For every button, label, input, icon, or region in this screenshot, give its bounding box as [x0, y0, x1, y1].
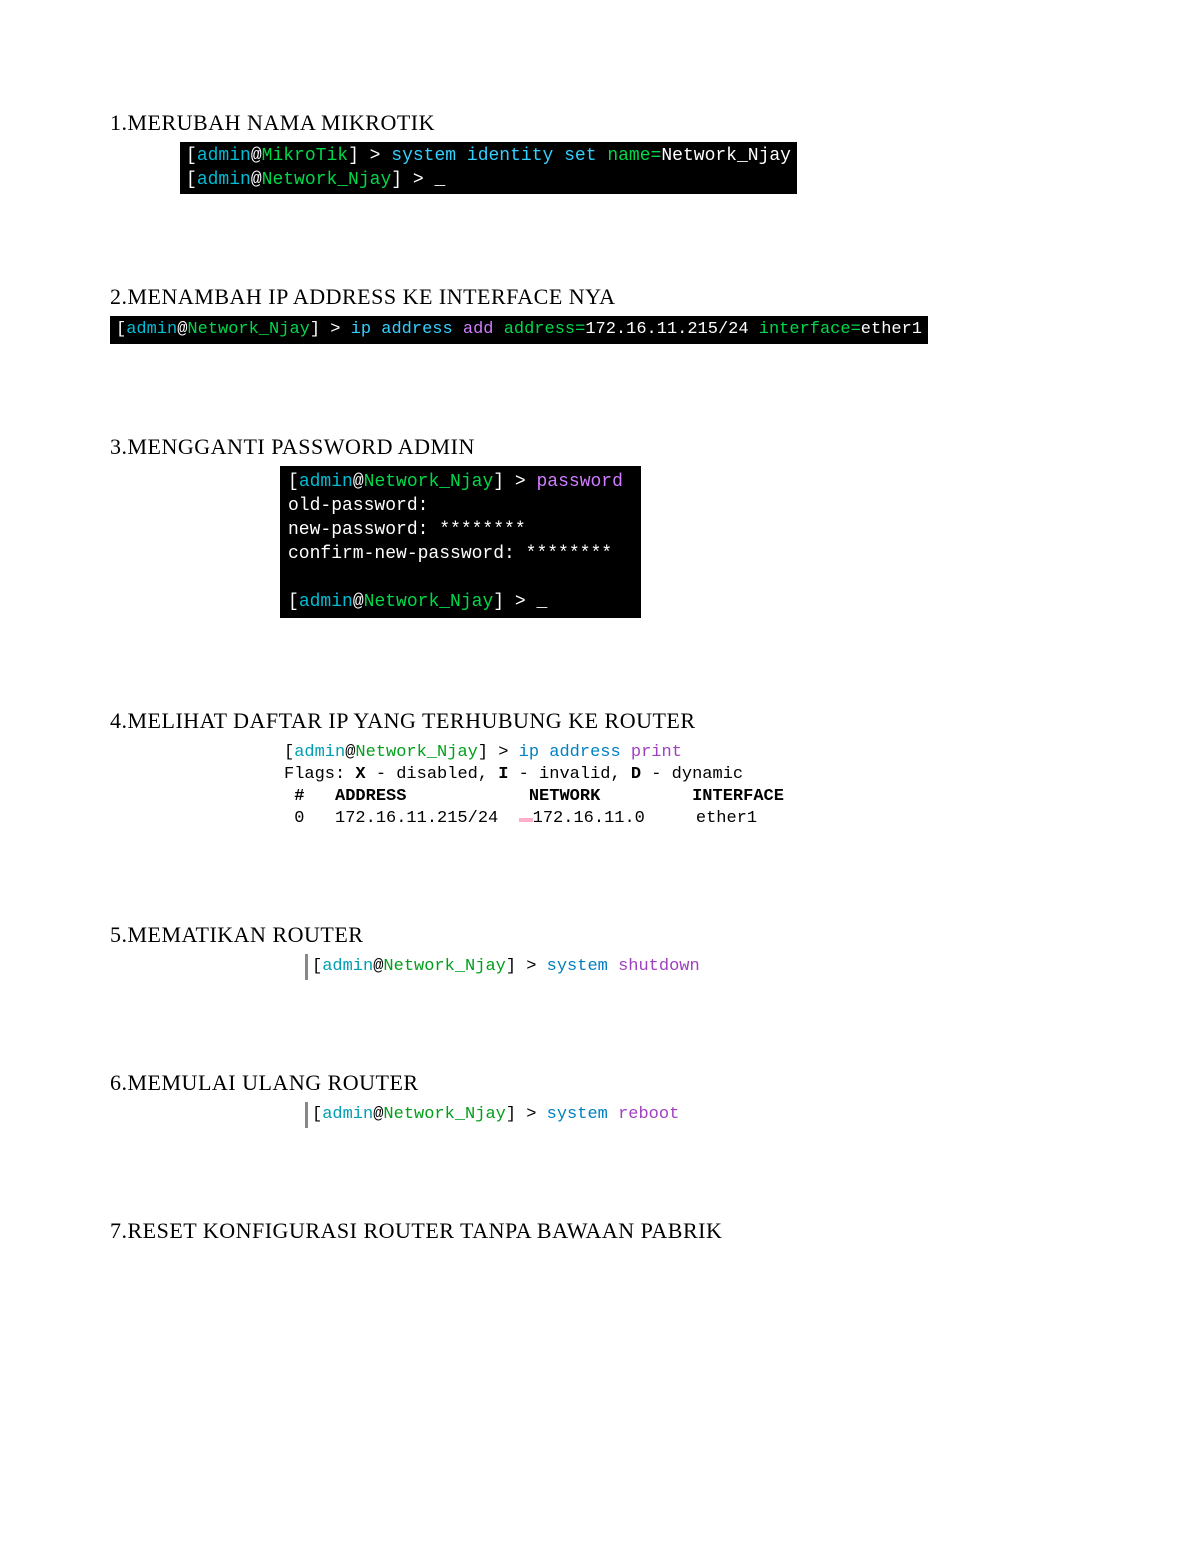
host: Network_Njay [383, 957, 505, 976]
param-value: Network_Njay [661, 146, 791, 166]
col-num: # [284, 787, 335, 806]
host: Network_Njay [262, 170, 392, 190]
section-2: 2.MENAMBAH IP ADDRESS KE INTERFACE NYA [… [110, 284, 1090, 344]
flag-i-text: - invalid, [508, 765, 630, 784]
heading-5: 5.MEMATIKAN ROUTER [110, 922, 1090, 948]
heading-3: 3.MENGGANTI PASSWORD ADMIN [110, 434, 1090, 460]
flag-d-text: - dynamic [641, 765, 743, 784]
user: admin [197, 170, 251, 190]
host: Network_Njay [383, 1105, 505, 1124]
user: admin [299, 472, 353, 492]
section-7: 7.RESET KONFIGURASI ROUTER TANPA BAWAAN … [110, 1218, 1090, 1244]
heading-7: 7.RESET KONFIGURASI ROUTER TANPA BAWAAN … [110, 1218, 1090, 1244]
param-name: name [607, 146, 650, 166]
command: ip address [519, 743, 621, 762]
confirm-password-prompt: confirm-new-password: ******** [288, 544, 612, 564]
section-5: 5.MEMATIKAN ROUTER [admin@Network_Njay] … [110, 922, 1090, 980]
col-network: NETWORK [529, 787, 600, 806]
section-4: 4.MELIHAT DAFTAR IP YANG TERHUBUNG KE RO… [110, 708, 1090, 832]
host: Network_Njay [364, 592, 494, 612]
flags-label: Flags: [284, 765, 355, 784]
terminal-6: [admin@Network_Njay] > system reboot [305, 1102, 683, 1128]
cursor: _ [536, 592, 547, 612]
terminal-5: [admin@Network_Njay] > system shutdown [305, 954, 704, 980]
highlight-icon [519, 818, 533, 822]
heading-6: 6.MEMULAI ULANG ROUTER [110, 1070, 1090, 1096]
col-interface: INTERFACE [692, 787, 784, 806]
user: admin [294, 743, 345, 762]
old-password-prompt: old-password: [288, 496, 428, 516]
document-page: 1.MERUBAH NAMA MIKROTIK [admin@MikroTik]… [0, 0, 1200, 1394]
row-interface: ether1 [696, 809, 757, 828]
heading-1: 1.MERUBAH NAMA MIKROTIK [110, 110, 1090, 136]
interface-value: ether1 [861, 320, 922, 339]
section-3: 3.MENGGANTI PASSWORD ADMIN [admin@Networ… [110, 434, 1090, 618]
host: Network_Njay [364, 472, 494, 492]
section-1: 1.MERUBAH NAMA MIKROTIK [admin@MikroTik]… [110, 110, 1090, 194]
heading-4: 4.MELIHAT DAFTAR IP YANG TERHUBUNG KE RO… [110, 708, 1090, 734]
new-password-prompt: new-password: ******** [288, 520, 526, 540]
terminal-4: [admin@Network_Njay] > ip address print … [280, 740, 788, 832]
subcommand: reboot [618, 1105, 679, 1124]
heading-2: 2.MENAMBAH IP ADDRESS KE INTERFACE NYA [110, 284, 1090, 310]
row-num: 0 [284, 809, 335, 828]
command: system [547, 1105, 608, 1124]
user: admin [197, 146, 251, 166]
section-6: 6.MEMULAI ULANG ROUTER [admin@Network_Nj… [110, 1070, 1090, 1128]
subcommand: add [463, 320, 494, 339]
command: ip address [351, 320, 453, 339]
col-address: ADDRESS [335, 787, 406, 806]
flag-x-text: - disabled, [366, 765, 499, 784]
user: admin [322, 1105, 373, 1124]
subcommand: shutdown [618, 957, 700, 976]
user: admin [126, 320, 177, 339]
command: password [536, 472, 622, 492]
subcommand: print [631, 743, 682, 762]
row-network: 172.16.11.0 [533, 809, 645, 828]
host: Network_Njay [187, 320, 309, 339]
ip-value: 172.16.11.215/24 [585, 320, 748, 339]
terminal-1: [admin@MikroTik] > system identity set n… [180, 142, 797, 194]
flag-i: I [498, 765, 508, 784]
terminal-3: [admin@Network_Njay] > password old-pass… [280, 466, 641, 618]
terminal-2: [admin@Network_Njay] > ip address add ad… [110, 316, 928, 344]
flag-d: D [631, 765, 641, 784]
command: system identity set [391, 146, 596, 166]
param-address: address [504, 320, 575, 339]
param-interface: interface [759, 320, 851, 339]
user: admin [299, 592, 353, 612]
host: MikroTik [262, 146, 348, 166]
command: system [547, 957, 608, 976]
row-address: 172.16.11.215/24 [335, 809, 498, 828]
user: admin [322, 957, 373, 976]
cursor: _ [434, 170, 445, 190]
host: Network_Njay [355, 743, 477, 762]
flag-x: X [355, 765, 365, 784]
